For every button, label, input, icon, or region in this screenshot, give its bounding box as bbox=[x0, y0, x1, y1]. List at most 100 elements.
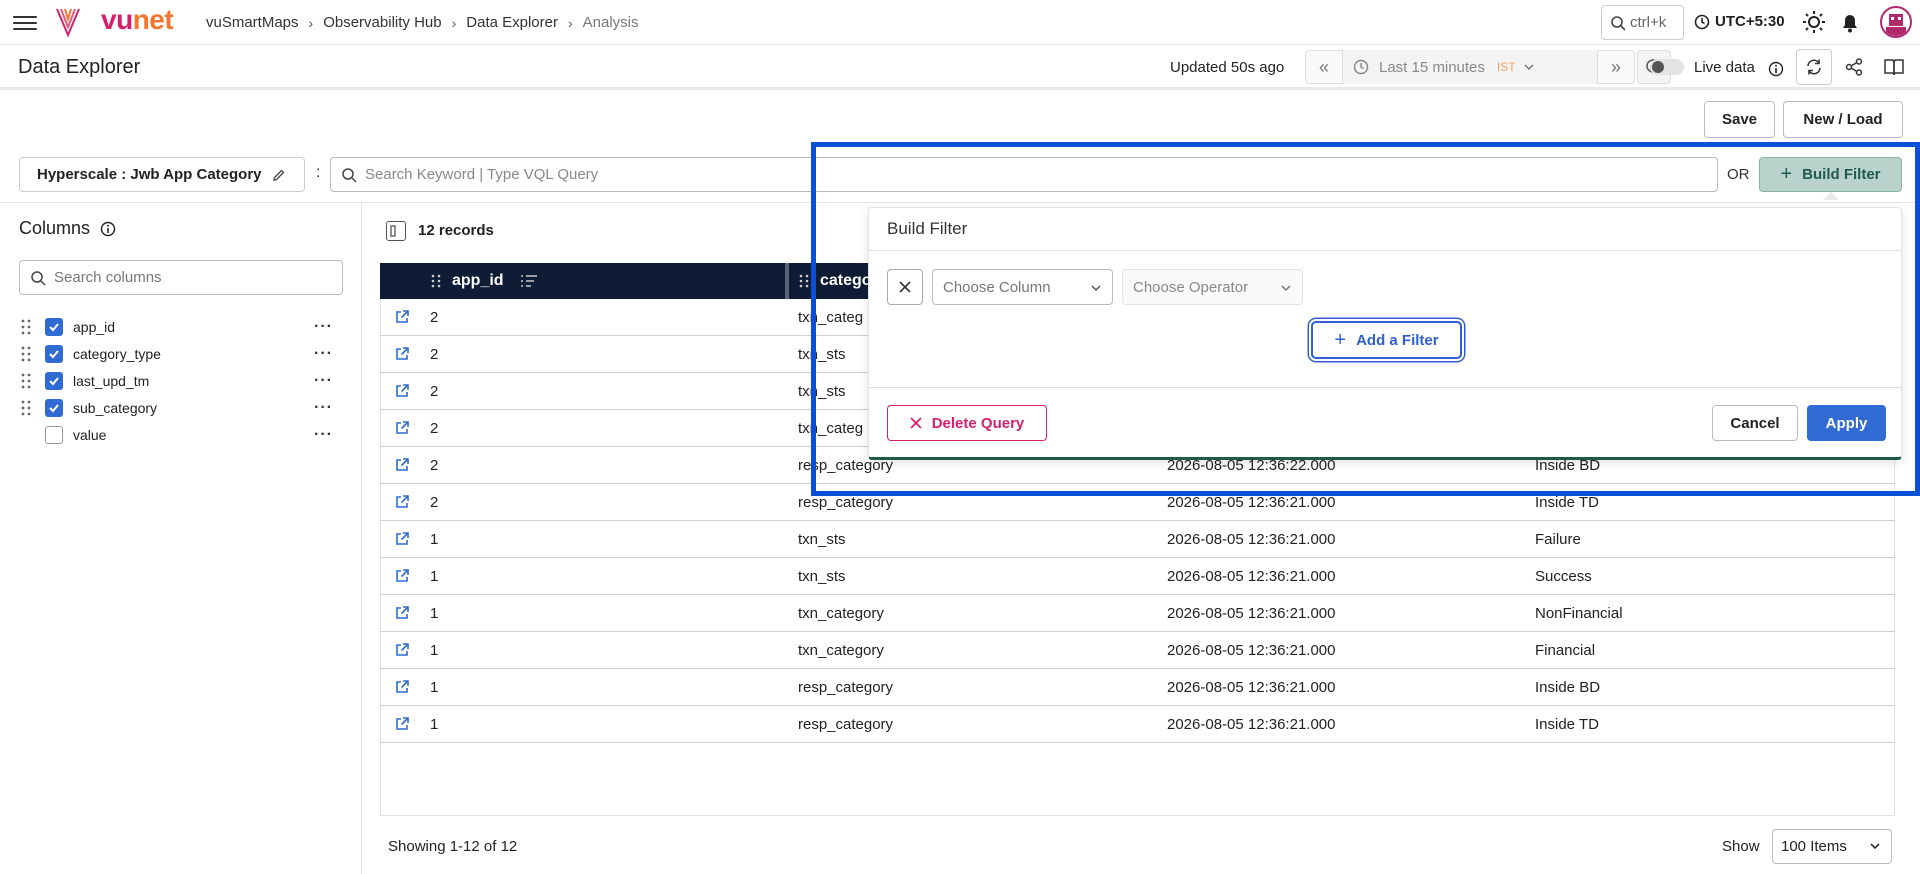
column-item-category-type[interactable]: category_type ··· bbox=[19, 343, 339, 365]
drag-handle-icon[interactable] bbox=[19, 399, 33, 417]
table-row[interactable]: 1 txn_category 2026-08-05 12:36:21.000 NonF… bbox=[380, 595, 1895, 632]
more-options-icon[interactable]: ··· bbox=[314, 318, 333, 336]
build-filter-popover: Build Filter Choose Column Choose Operat… bbox=[868, 207, 1902, 460]
column-item-last-upd-tm[interactable]: last_upd_tm ··· bbox=[19, 370, 339, 392]
toggle-sidebar-icon[interactable] bbox=[386, 221, 406, 241]
dataset-selector[interactable]: Hyperscale : Jwb App Category bbox=[19, 157, 305, 192]
table-row[interactable]: 1 txn_category 2026-08-05 12:36:21.000 Fina… bbox=[380, 632, 1895, 669]
info-icon[interactable] bbox=[1768, 61, 1784, 77]
time-forward-button[interactable]: » bbox=[1598, 50, 1634, 84]
pencil-icon[interactable] bbox=[272, 168, 286, 182]
column-checkbox[interactable] bbox=[45, 318, 63, 336]
column-checkbox[interactable] bbox=[45, 399, 63, 417]
column-item-sub-category[interactable]: sub_category ··· bbox=[19, 397, 339, 419]
logo-mark-icon bbox=[56, 8, 80, 37]
external-link-icon[interactable] bbox=[394, 568, 410, 584]
items-per-page-select[interactable]: 100 Items bbox=[1772, 829, 1892, 864]
cell-category: resp_category bbox=[798, 679, 894, 696]
cell-sub-category: NonFinancial bbox=[1535, 605, 1623, 622]
book-icon[interactable] bbox=[1884, 58, 1904, 76]
new-load-button[interactable]: New / Load bbox=[1783, 101, 1903, 138]
column-checkbox[interactable] bbox=[45, 345, 63, 363]
share-icon[interactable] bbox=[1845, 58, 1863, 76]
search-shortcut: ctrl+k bbox=[1630, 14, 1667, 31]
external-link-icon[interactable] bbox=[394, 642, 410, 658]
breadcrumb-observability-hub[interactable]: Observability Hub bbox=[323, 14, 441, 31]
cell-category: txn_sts bbox=[798, 568, 846, 585]
external-link-icon[interactable] bbox=[394, 716, 410, 732]
build-filter-button[interactable]: + Build Filter bbox=[1759, 157, 1902, 192]
timezone-button[interactable]: UTC+5:30 bbox=[1694, 13, 1785, 30]
table-row[interactable]: 2 resp_category 2026-08-05 12:36:21.000 Ins… bbox=[380, 484, 1895, 521]
cancel-button[interactable]: Cancel bbox=[1712, 405, 1798, 441]
add-filter-button[interactable]: + Add a Filter bbox=[1311, 321, 1462, 359]
logo-vu: vu bbox=[101, 4, 133, 35]
refresh-button[interactable] bbox=[1796, 49, 1832, 85]
apply-button[interactable]: Apply bbox=[1807, 405, 1886, 441]
live-data-toggle[interactable] bbox=[1650, 59, 1684, 75]
cell-category: txn_categ bbox=[798, 420, 864, 437]
more-options-icon[interactable]: ··· bbox=[314, 372, 333, 390]
external-link-icon[interactable] bbox=[394, 494, 410, 510]
logo[interactable]: vunet bbox=[101, 4, 174, 36]
column-checkbox[interactable] bbox=[45, 372, 63, 390]
sort-icon[interactable] bbox=[520, 274, 538, 288]
drag-handle-icon[interactable] bbox=[19, 318, 33, 336]
bell-icon[interactable] bbox=[1838, 10, 1862, 34]
external-link-icon[interactable] bbox=[394, 605, 410, 621]
cell-last-upd-tm: 2026-08-05 12:36:21.000 bbox=[1167, 568, 1336, 585]
external-link-icon[interactable] bbox=[394, 383, 410, 399]
time-range-select[interactable]: Last 15 minutes IST bbox=[1342, 50, 1598, 84]
query-input[interactable]: Search Keyword | Type VQL Query bbox=[330, 157, 1718, 192]
more-options-icon[interactable]: ··· bbox=[314, 426, 333, 444]
timezone-label: UTC+5:30 bbox=[1715, 13, 1785, 30]
add-filter-label: Add a Filter bbox=[1356, 331, 1439, 349]
columns-title-label: Columns bbox=[19, 218, 91, 238]
choose-column-select[interactable]: Choose Column bbox=[932, 269, 1113, 305]
sun-icon[interactable] bbox=[1802, 10, 1826, 34]
column-item-value[interactable]: value ··· bbox=[19, 424, 339, 446]
table-row[interactable]: 1 resp_category 2026-08-05 12:36:21.000 Ins… bbox=[380, 706, 1895, 743]
external-link-icon[interactable] bbox=[394, 679, 410, 695]
cell-app-id: 2 bbox=[430, 383, 439, 400]
menu-icon[interactable] bbox=[13, 12, 37, 32]
drag-handle-icon[interactable] bbox=[19, 345, 33, 363]
avatar[interactable] bbox=[1880, 6, 1912, 38]
remove-filter-button[interactable] bbox=[887, 269, 923, 305]
drag-handle-icon[interactable] bbox=[430, 273, 442, 289]
column-checkbox[interactable] bbox=[45, 426, 63, 444]
breadcrumb: vuSmartMaps › Observability Hub › Data E… bbox=[206, 14, 639, 31]
info-icon[interactable] bbox=[100, 221, 116, 237]
column-item-app-id[interactable]: app_id ··· bbox=[19, 316, 339, 338]
cell-last-upd-tm: 2026-08-05 12:36:21.000 bbox=[1167, 605, 1336, 622]
table-row[interactable]: 1 txn_sts 2026-08-05 12:36:21.000 Success bbox=[380, 558, 1895, 595]
delete-query-button[interactable]: Delete Query bbox=[887, 405, 1047, 441]
column-header-app-id[interactable]: app_id bbox=[430, 263, 538, 299]
table-row[interactable]: 1 txn_sts 2026-08-05 12:36:21.000 Failure bbox=[380, 521, 1895, 558]
choose-operator-select[interactable]: Choose Operator bbox=[1122, 269, 1303, 305]
table-row[interactable]: 1 resp_category 2026-08-05 12:36:21.000 Ins… bbox=[380, 669, 1895, 706]
external-link-icon[interactable] bbox=[394, 309, 410, 325]
columns-search-input[interactable]: Search columns bbox=[19, 260, 343, 295]
save-button[interactable]: Save bbox=[1704, 101, 1775, 138]
check-icon bbox=[49, 350, 59, 359]
external-link-icon[interactable] bbox=[394, 420, 410, 436]
live-data-label: Live data bbox=[1694, 59, 1755, 76]
drag-handle-icon[interactable] bbox=[19, 372, 33, 390]
check-icon bbox=[49, 404, 59, 413]
column-resize-handle[interactable] bbox=[785, 263, 789, 299]
cell-last-upd-tm: 2026-08-05 12:36:21.000 bbox=[1167, 494, 1336, 511]
external-link-icon[interactable] bbox=[394, 457, 410, 473]
drag-handle-icon[interactable] bbox=[798, 273, 810, 289]
more-options-icon[interactable]: ··· bbox=[314, 399, 333, 417]
breadcrumb-vusmartmaps[interactable]: vuSmartMaps bbox=[206, 14, 299, 31]
column-header-category[interactable]: catego bbox=[798, 263, 872, 299]
breadcrumb-data-explorer[interactable]: Data Explorer bbox=[466, 14, 558, 31]
cell-category: txn_categ bbox=[798, 309, 864, 326]
search-icon bbox=[31, 270, 46, 286]
time-back-button[interactable]: « bbox=[1306, 50, 1342, 84]
global-search-button[interactable]: ctrl+k bbox=[1601, 5, 1684, 40]
external-link-icon[interactable] bbox=[394, 531, 410, 547]
more-options-icon[interactable]: ··· bbox=[314, 345, 333, 363]
external-link-icon[interactable] bbox=[394, 346, 410, 362]
